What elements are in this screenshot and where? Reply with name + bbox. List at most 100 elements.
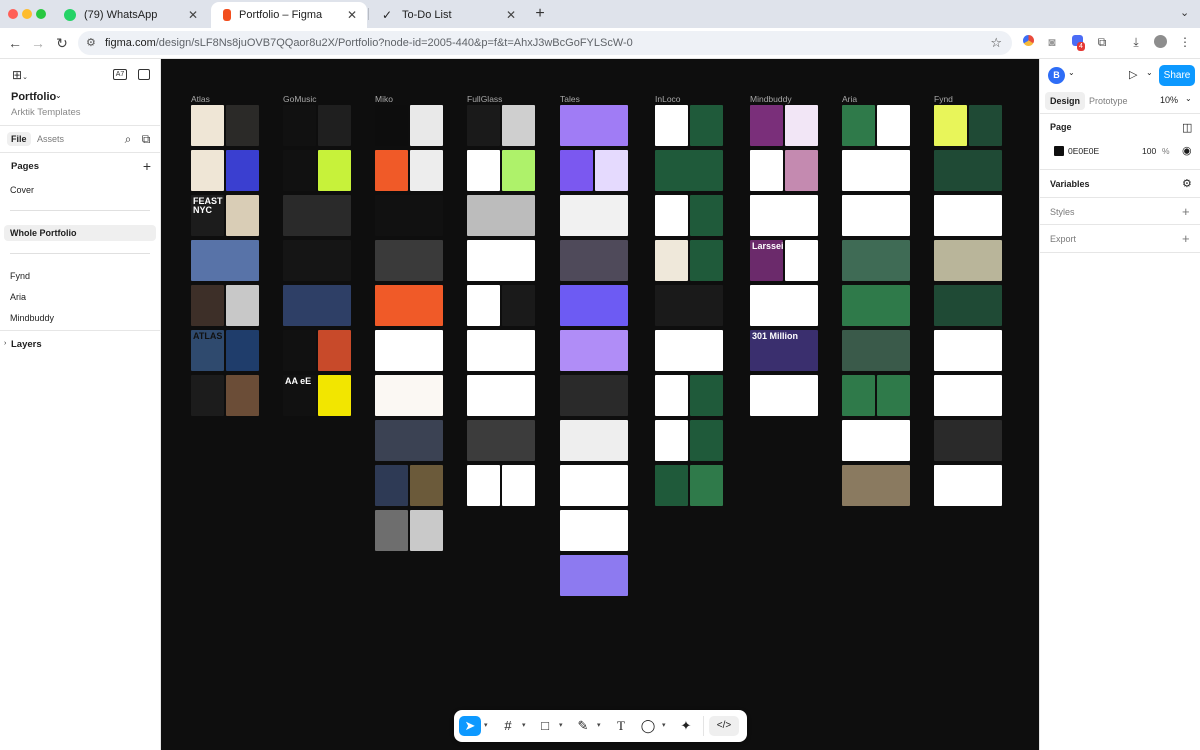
address-bar[interactable]: ⚙ figma.com/design/sLF8Ns8juOVB7QQaor8u2… — [78, 31, 1012, 55]
design-frame-thumbnail[interactable] — [934, 240, 1002, 281]
design-frame-thumbnail[interactable] — [560, 330, 628, 371]
tab-design[interactable]: Design — [1045, 92, 1086, 110]
design-frame-thumbnail[interactable] — [283, 330, 316, 371]
file-name-chevron-icon[interactable]: ⌄ — [55, 91, 62, 100]
page-color-swatch[interactable] — [1054, 146, 1064, 156]
page-opacity[interactable]: 100 — [1142, 146, 1156, 156]
design-frame-thumbnail[interactable] — [785, 240, 818, 281]
design-frame-thumbnail[interactable] — [690, 420, 723, 461]
design-frame-thumbnail[interactable] — [502, 285, 535, 326]
design-frame-thumbnail[interactable] — [750, 105, 783, 146]
page-item-whole-portfolio[interactable]: Whole Portfolio — [4, 225, 156, 241]
design-frame-thumbnail[interactable] — [934, 285, 1002, 326]
design-frame-thumbnail[interactable] — [226, 375, 259, 416]
design-frame-thumbnail[interactable] — [467, 285, 500, 326]
tab-figma[interactable]: Portfolio – Figma ✕ — [211, 2, 367, 28]
design-frame-thumbnail[interactable] — [375, 420, 443, 461]
design-frame-thumbnail[interactable] — [934, 150, 1002, 191]
design-frame-thumbnail[interactable] — [410, 105, 443, 146]
design-frame-thumbnail[interactable] — [842, 195, 910, 236]
chevron-down-icon[interactable]: ▾ — [522, 721, 526, 729]
design-frame-thumbnail[interactable] — [467, 195, 535, 236]
design-frame-thumbnail[interactable] — [467, 150, 500, 191]
design-frame-thumbnail[interactable] — [502, 105, 535, 146]
column-label[interactable]: Mindbuddy — [750, 94, 792, 104]
design-frame-thumbnail[interactable] — [375, 105, 408, 146]
design-frame-thumbnail[interactable] — [842, 465, 910, 506]
design-frame-thumbnail[interactable] — [375, 195, 443, 236]
reload-icon[interactable]: ↻ — [53, 35, 71, 52]
close-window-button[interactable] — [8, 9, 18, 19]
design-frame-thumbnail[interactable] — [560, 420, 628, 461]
design-frame-thumbnail[interactable] — [969, 105, 1002, 146]
design-frame-thumbnail[interactable] — [690, 240, 723, 281]
design-frame-thumbnail[interactable] — [560, 510, 628, 551]
tab-whatsapp[interactable]: (79) WhatsApp ✕ — [52, 2, 208, 28]
design-frame-thumbnail[interactable]: ATLAS — [191, 330, 224, 371]
chevron-down-icon[interactable]: ▾ — [559, 721, 563, 729]
forward-icon[interactable]: → — [29, 35, 47, 51]
design-frame-thumbnail[interactable] — [690, 465, 723, 506]
design-frame-thumbnail[interactable] — [655, 105, 688, 146]
variables-settings-icon[interactable]: ⚙ — [1182, 177, 1192, 190]
design-frame-thumbnail[interactable] — [226, 150, 259, 191]
add-page-icon[interactable]: + — [141, 158, 153, 174]
design-frame-thumbnail[interactable] — [690, 195, 723, 236]
design-frame-thumbnail[interactable] — [655, 195, 688, 236]
pen-icon[interactable]: ✎ — [572, 716, 594, 736]
design-frame-thumbnail[interactable] — [842, 285, 910, 326]
design-frame-thumbnail[interactable] — [655, 375, 688, 416]
design-frame-thumbnail[interactable] — [842, 240, 910, 281]
url-text[interactable]: figma.com/design/sLF8Ns8juOVB7QQaor8u2X/… — [105, 37, 633, 49]
zoom-level[interactable]: 10% — [1160, 95, 1178, 105]
tab-prototype[interactable]: Prototype — [1084, 92, 1133, 110]
download-icon[interactable]: ⤓ — [1129, 35, 1143, 49]
design-frame-thumbnail[interactable] — [785, 150, 818, 191]
comment-icon[interactable]: ◯ — [637, 716, 659, 736]
zoom-chevron-icon[interactable]: ⌄ — [1185, 94, 1192, 103]
design-frame-thumbnail[interactable] — [560, 105, 628, 146]
design-frame-thumbnail[interactable] — [191, 105, 224, 146]
chevron-down-icon[interactable]: ▾ — [597, 721, 601, 729]
zoom-window-button[interactable] — [36, 9, 46, 19]
extensions-puzzle-icon[interactable]: ⧉ — [1095, 35, 1109, 49]
page-color-hex[interactable]: 0E0E0E — [1068, 146, 1099, 156]
column-label[interactable]: InLoco — [655, 94, 681, 104]
actions-icon[interactable]: ✦ — [675, 716, 697, 736]
layers-chevron-icon[interactable]: › — [4, 340, 6, 347]
design-frame-thumbnail[interactable] — [283, 285, 351, 326]
design-frame-thumbnail[interactable] — [785, 105, 818, 146]
share-button[interactable]: Share — [1159, 65, 1195, 86]
design-frame-thumbnail[interactable] — [375, 465, 408, 506]
present-icon[interactable]: ▷ — [1129, 68, 1137, 81]
design-canvas[interactable]: Atlas FEAST NYC ATLAS GoMusic AA eE Miko FullG… — [161, 59, 1039, 750]
design-frame-thumbnail[interactable] — [560, 465, 628, 506]
design-frame-thumbnail[interactable] — [655, 285, 723, 326]
design-frame-thumbnail[interactable] — [655, 330, 723, 371]
design-frame-thumbnail[interactable] — [375, 510, 408, 551]
design-frame-thumbnail[interactable] — [191, 150, 224, 191]
design-frame-thumbnail[interactable] — [467, 375, 535, 416]
design-frame-thumbnail[interactable] — [191, 240, 259, 281]
chevron-down-icon[interactable]: ▾ — [662, 721, 666, 729]
add-style-icon[interactable]: + — [1182, 204, 1190, 219]
site-info-icon[interactable]: ⚙ — [86, 36, 96, 49]
design-frame-thumbnail[interactable] — [283, 195, 351, 236]
present-chevron-icon[interactable]: ⌄ — [1146, 68, 1153, 77]
page-item-mindbuddy[interactable]: Mindbuddy — [4, 310, 156, 326]
design-frame-thumbnail[interactable] — [842, 375, 875, 416]
design-frame-thumbnail[interactable] — [560, 285, 628, 326]
design-frame-thumbnail[interactable] — [842, 330, 910, 371]
design-frame-thumbnail[interactable] — [467, 465, 500, 506]
design-frame-thumbnail[interactable] — [410, 150, 443, 191]
column-label[interactable]: Tales — [560, 94, 580, 104]
design-frame-thumbnail[interactable] — [375, 150, 408, 191]
page-name-icon[interactable]: A7 — [113, 69, 127, 80]
tab-file[interactable]: File — [7, 132, 31, 146]
close-tab-icon[interactable]: ✕ — [343, 8, 361, 22]
design-frame-thumbnail[interactable] — [375, 330, 443, 371]
design-frame-thumbnail[interactable] — [467, 105, 500, 146]
design-frame-thumbnail[interactable] — [226, 330, 259, 371]
design-frame-thumbnail[interactable] — [410, 510, 443, 551]
design-frame-thumbnail[interactable] — [842, 150, 910, 191]
